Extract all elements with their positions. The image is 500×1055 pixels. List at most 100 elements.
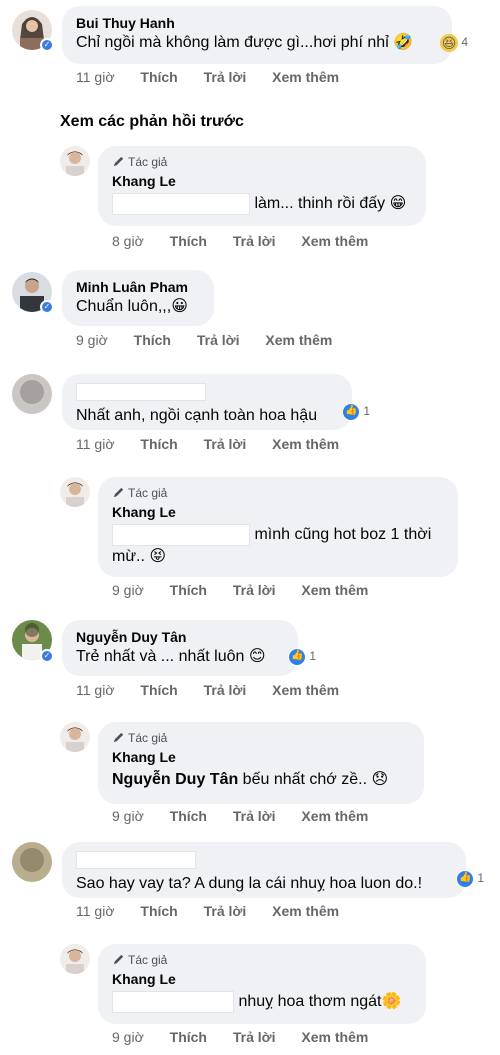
comment-actions: 9 giờ Thích Trả lời Xem thêm xyxy=(112,808,390,824)
reaction-count: 1 xyxy=(363,404,371,419)
reaction-count: 1 xyxy=(309,649,317,664)
verified-badge-icon: ✓ xyxy=(40,300,54,314)
pen-icon xyxy=(113,156,124,167)
like-button[interactable]: Thích xyxy=(134,332,171,348)
like-button[interactable]: Thích xyxy=(140,69,177,85)
comment-time[interactable]: 9 giờ xyxy=(112,1029,144,1045)
like-button[interactable]: Thích xyxy=(170,1029,207,1045)
avatar[interactable] xyxy=(12,374,52,414)
comment-text: mình cũng hot boz 1 thời xyxy=(112,524,444,546)
comment-actions: 8 giờ Thích Trả lời Xem thêm xyxy=(112,233,390,249)
comment-text-continued: mừ.. 😝 xyxy=(112,548,167,566)
reply-button[interactable]: Trả lời xyxy=(233,582,276,598)
reaction-summary[interactable]: 1 xyxy=(456,870,484,890)
like-reaction-icon xyxy=(342,403,360,421)
comment-actions: 11 giờ Thích Trả lời Xem thêm xyxy=(76,69,361,85)
pen-icon xyxy=(113,487,124,498)
comment-actions: 11 giờ Thích Trả lời Xem thêm xyxy=(76,682,361,698)
reply-button[interactable]: Trả lời xyxy=(197,332,240,348)
comment-text: Nguyễn Duy Tân bếu nhất chớ zề.. 😞 xyxy=(112,771,389,788)
comment-author[interactable] xyxy=(76,382,338,402)
comment-text: Sao hay vay ta? A dung la cái nhuỵ hoa l… xyxy=(76,875,423,893)
comment-bubble: Nhất anh, ngồi cạnh toàn hoa hậu xyxy=(62,374,352,430)
reaction-summary[interactable]: 1 xyxy=(342,403,370,423)
redacted-mention xyxy=(112,991,234,1013)
comment-author[interactable] xyxy=(76,850,452,870)
redacted-name xyxy=(76,851,196,870)
reaction-summary[interactable]: 1 xyxy=(288,648,316,668)
comment-author[interactable]: Bui Thuy Hanh xyxy=(76,14,438,32)
see-more-button[interactable]: Xem thêm xyxy=(272,682,339,698)
comment-author[interactable]: Khang Le xyxy=(112,503,444,521)
comment-actions: 9 giờ Thích Trả lời Xem thêm xyxy=(112,582,390,598)
see-more-button[interactable]: Xem thêm xyxy=(301,582,368,598)
comment-time[interactable]: 11 giờ xyxy=(76,436,115,452)
author-tag: Tác giả xyxy=(112,952,412,968)
comment-time[interactable]: 9 giờ xyxy=(112,808,144,824)
comment-time[interactable]: 9 giờ xyxy=(112,582,144,598)
mention-link[interactable]: Nguyễn Duy Tân xyxy=(112,771,238,788)
comment-actions: 9 giờ Thích Trả lời Xem thêm xyxy=(76,332,354,348)
comment-bubble: Sao hay vay ta? A dung la cái nhuỵ hoa l… xyxy=(62,842,466,898)
see-more-button[interactable]: Xem thêm xyxy=(265,332,332,348)
comment-time[interactable]: 11 giờ xyxy=(76,682,115,698)
avatar[interactable] xyxy=(60,477,90,507)
like-button[interactable]: Thích xyxy=(140,682,177,698)
avatar[interactable] xyxy=(60,722,90,752)
avatar[interactable] xyxy=(12,842,52,882)
reply-button[interactable]: Trả lời xyxy=(204,436,247,452)
see-previous-replies-link[interactable]: Xem các phản hồi trước xyxy=(60,113,244,131)
see-more-button[interactable]: Xem thêm xyxy=(301,808,368,824)
comment-text: Nhất anh, ngồi cạnh toàn hoa hậu xyxy=(76,407,318,425)
reply-button[interactable]: Trả lời xyxy=(204,69,247,85)
comment-text: Trẻ nhất và ... nhất luôn 😊 xyxy=(76,648,266,665)
comment-actions: 11 giờ Thích Trả lời Xem thêm xyxy=(76,903,361,919)
see-more-button[interactable]: Xem thêm xyxy=(272,69,339,85)
see-more-button[interactable]: Xem thêm xyxy=(272,436,339,452)
comment-author[interactable]: Khang Le xyxy=(112,172,412,190)
comment-author[interactable]: Khang Le xyxy=(112,748,410,766)
comment-text: làm... thinh rồi đấy 😁 xyxy=(112,193,412,215)
comment-author[interactable]: Minh Luân Pham xyxy=(76,278,200,296)
like-button[interactable]: Thích xyxy=(140,436,177,452)
avatar[interactable] xyxy=(60,944,90,974)
haha-reaction-icon: 😆 xyxy=(440,34,458,52)
reply-button[interactable]: Trả lời xyxy=(233,233,276,249)
comment-text: Chuẩn luôn,,,😀 xyxy=(76,298,188,315)
comment-bubble: Minh Luân Pham Chuẩn luôn,,,😀 xyxy=(62,270,214,326)
comment-time[interactable]: 11 giờ xyxy=(76,903,115,919)
like-button[interactable]: Thích xyxy=(140,903,177,919)
comment-actions: 11 giờ Thích Trả lời Xem thêm xyxy=(76,436,361,452)
reply-button[interactable]: Trả lời xyxy=(204,903,247,919)
like-button[interactable]: Thích xyxy=(170,233,207,249)
reaction-summary[interactable]: 😆 4 xyxy=(440,34,468,54)
reply-bubble: Tác giả Khang Le làm... thinh rồi đấy 😁 xyxy=(98,146,426,226)
redacted-mention xyxy=(112,193,250,215)
see-more-button[interactable]: Xem thêm xyxy=(272,903,339,919)
avatar[interactable] xyxy=(60,146,90,176)
reply-bubble: Tác giả Khang Le Nguyễn Duy Tân bếu nhất… xyxy=(98,722,424,804)
author-tag: Tác giả xyxy=(112,730,410,746)
like-button[interactable]: Thích xyxy=(170,582,207,598)
comment-time[interactable]: 11 giờ xyxy=(76,69,115,85)
comment-text: nhuỵ hoa thơm ngát🌼 xyxy=(112,991,412,1013)
comment-actions: 9 giờ Thích Trả lời Xem thêm xyxy=(112,1029,390,1045)
reaction-count: 4 xyxy=(461,35,469,50)
see-more-button[interactable]: Xem thêm xyxy=(301,1029,368,1045)
like-reaction-icon xyxy=(456,870,474,888)
reply-button[interactable]: Trả lời xyxy=(204,682,247,698)
redacted-name xyxy=(76,383,206,402)
reply-button[interactable]: Trả lời xyxy=(233,808,276,824)
comment-author[interactable]: Nguyễn Duy Tân xyxy=(76,628,284,646)
reply-button[interactable]: Trả lời xyxy=(233,1029,276,1045)
like-reaction-icon xyxy=(288,648,306,666)
verified-badge-icon: ✓ xyxy=(40,649,54,663)
comment-author[interactable]: Khang Le xyxy=(112,970,412,988)
comment-text: Chỉ ngồi mà không làm được gì...hơi phí … xyxy=(76,34,414,51)
comment-time[interactable]: 8 giờ xyxy=(112,233,144,249)
see-more-button[interactable]: Xem thêm xyxy=(301,233,368,249)
reaction-count: 1 xyxy=(477,871,485,886)
comment-time[interactable]: 9 giờ xyxy=(76,332,108,348)
like-button[interactable]: Thích xyxy=(170,808,207,824)
author-tag: Tác giả xyxy=(112,485,444,501)
